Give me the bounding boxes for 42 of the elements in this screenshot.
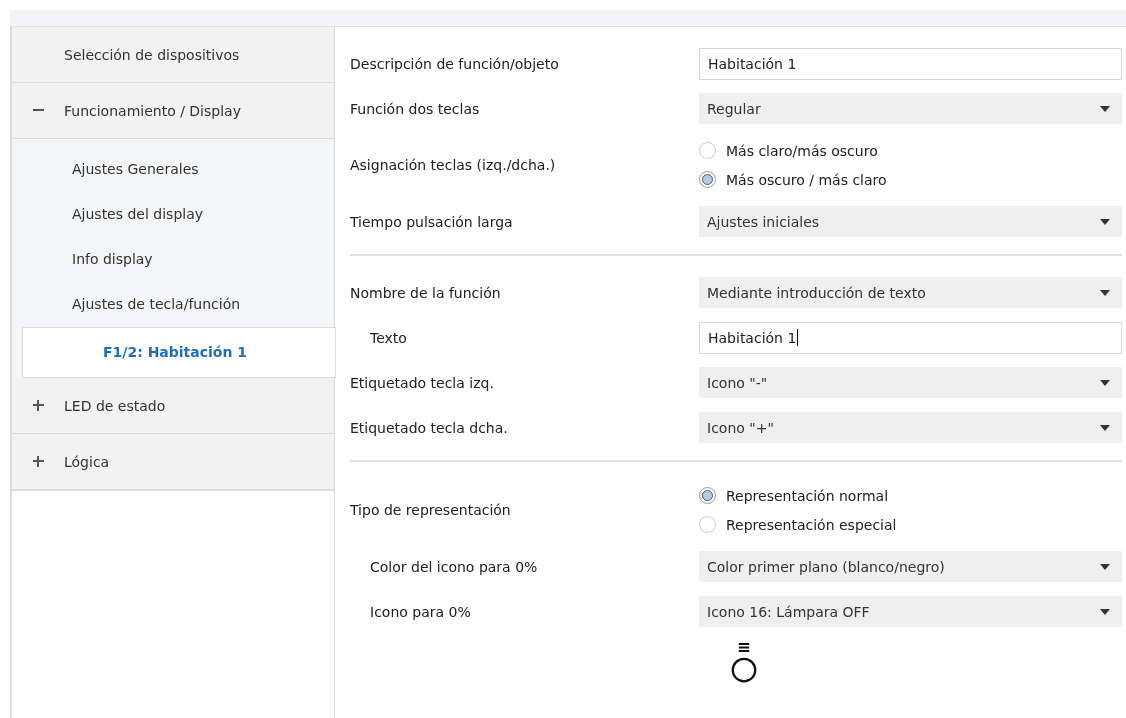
expand-icon[interactable] — [32, 400, 44, 411]
field-label: Asignación teclas (izq./dcha.) — [350, 157, 557, 173]
radio-label[interactable]: Representación especial — [726, 516, 897, 533]
field-label: Tiempo pulsación larga — [350, 213, 514, 230]
sidebar-item[interactable]: Funcionamiento / Display — [12, 83, 334, 139]
field-label: Función dos teclas — [350, 100, 481, 117]
dropdown[interactable]: Mediante introducción de texto — [699, 277, 1122, 308]
field-label: Etiquetado tecla dcha. — [350, 419, 509, 436]
text-field[interactable]: Habitación 1 — [699, 321, 1122, 354]
field-label: Descripción de función/objeto — [350, 55, 560, 72]
dropdown[interactable]: Icono 16: Lámpara OFF — [699, 596, 1122, 627]
field-label: Tipo de representación — [350, 502, 512, 518]
sidebar-item[interactable]: Ajustes de tecla/función — [12, 282, 334, 327]
dropdown-arrow-icon — [1100, 289, 1110, 296]
dropdown-arrow-icon — [1100, 424, 1110, 431]
expand-icon[interactable] — [32, 456, 44, 467]
radio-label[interactable]: Representación normal — [726, 487, 889, 504]
sidebar-item[interactable]: Ajustes del display — [12, 192, 334, 237]
dropdown[interactable]: Ajustes iniciales — [699, 206, 1122, 237]
dropdown-arrow-icon — [1100, 105, 1110, 112]
dropdown-arrow-icon — [1100, 218, 1110, 225]
sidebar-item[interactable]: LED de estado — [12, 378, 334, 434]
sidebar-item[interactable]: Selección de dispositivos — [12, 27, 334, 83]
dropdown[interactable]: Icono "-" — [699, 367, 1122, 398]
dropdown-arrow-icon — [1100, 608, 1110, 615]
dropdown[interactable]: Regular — [699, 93, 1122, 124]
sidebar-item[interactable]: Ajustes Generales — [12, 147, 334, 192]
field-label: Nombre de la función — [350, 284, 502, 301]
sidebar-item[interactable]: Lógica — [12, 434, 334, 490]
dropdown-arrow-icon — [1100, 379, 1110, 386]
dropdown[interactable]: Icono "+" — [699, 412, 1122, 443]
dropdown[interactable]: Color primer plano (blanco/negro) — [699, 551, 1122, 582]
field-label: Texto — [369, 329, 408, 346]
radio-label[interactable]: Más oscuro / más claro — [726, 171, 887, 188]
sidebar-item[interactable]: F1/2: Habitación 1 — [22, 327, 336, 378]
field-label: Color del icono para 0% — [369, 558, 539, 575]
sidebar-item[interactable]: Info display — [12, 237, 334, 282]
dropdown-arrow-icon — [1100, 563, 1110, 570]
field-label: Icono para 0% — [369, 603, 472, 620]
radio-label[interactable]: Más claro/más oscuro — [726, 142, 878, 159]
text-field[interactable]: Habitación 1 — [699, 47, 1122, 80]
field-label: Etiquetado tecla izq. — [350, 374, 495, 391]
